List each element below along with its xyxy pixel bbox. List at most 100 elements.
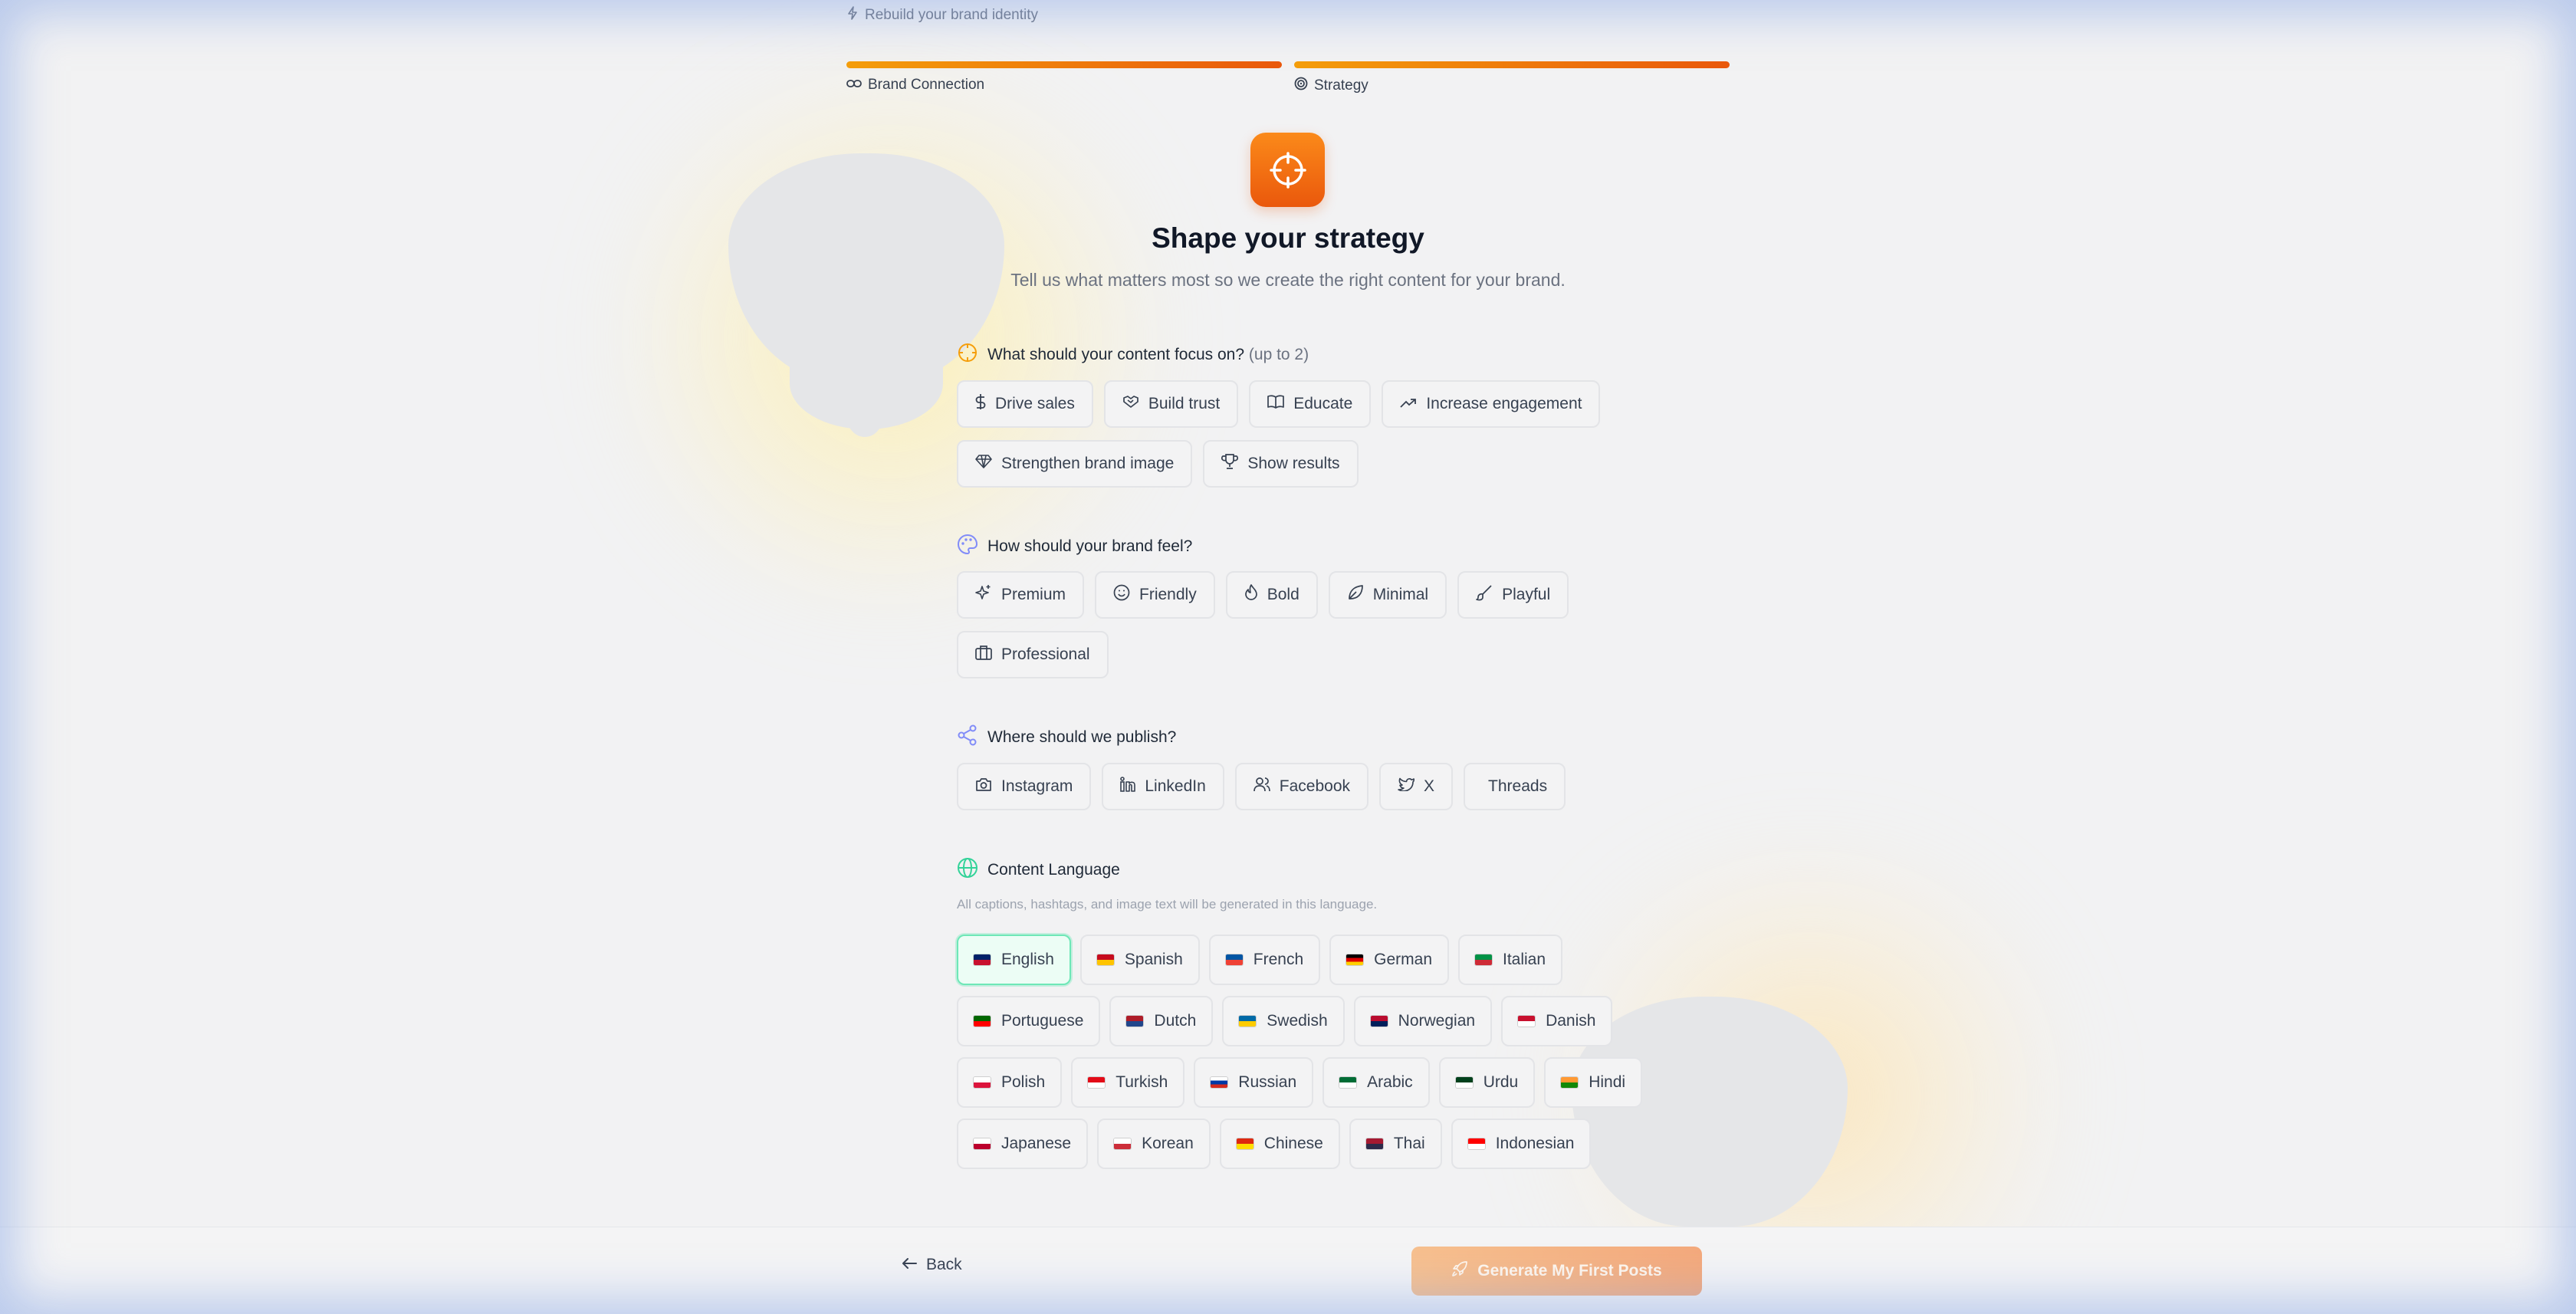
target-icon [1294, 77, 1308, 95]
option-label: Hindi [1589, 1073, 1626, 1091]
option-label: Show results [1247, 455, 1340, 472]
language-option-japanese[interactable]: Japanese [957, 1119, 1089, 1169]
language-option-german[interactable]: German [1329, 935, 1449, 985]
rebuild-brand-label: Rebuild your brand identity [865, 7, 1039, 23]
feel-options: Premium Friendly Bold Minimal Playful Pr… [957, 571, 1616, 678]
language-option-norwegian[interactable]: Norwegian [1353, 996, 1493, 1046]
option-label: Spanish [1124, 951, 1183, 968]
link-icon [846, 77, 862, 94]
flag-icon [1239, 1016, 1257, 1027]
option-label: Dutch [1154, 1012, 1197, 1030]
option-label: LinkedIn [1145, 777, 1206, 795]
camera-icon [975, 777, 992, 796]
language-section-title: Content Language [957, 857, 1120, 883]
focus-option-build-trust[interactable]: Build trust [1103, 380, 1239, 428]
feel-option-professional[interactable]: Professional [957, 631, 1109, 678]
option-label: Premium [1001, 586, 1066, 603]
publish-option-instagram[interactable]: Instagram [957, 763, 1092, 810]
flag-icon [1561, 1077, 1579, 1088]
publish-option-linkedin[interactable]: LinkedIn [1102, 763, 1224, 810]
focus-option-strengthen-brand-image[interactable]: Strengthen brand image [957, 440, 1193, 488]
flame-icon [1244, 584, 1258, 606]
feel-option-minimal[interactable]: Minimal [1328, 571, 1447, 619]
flag-icon [1114, 1138, 1132, 1149]
rocket-icon [1451, 1260, 1468, 1282]
language-option-swedish[interactable]: Swedish [1222, 996, 1345, 1046]
option-label: Instagram [1001, 777, 1073, 795]
language-option-turkish[interactable]: Turkish [1071, 1057, 1185, 1108]
option-label: Danish [1546, 1012, 1596, 1030]
step-brand-connection[interactable]: Brand Connection [846, 77, 984, 94]
generate-posts-button[interactable]: Generate My First Posts [1411, 1247, 1702, 1296]
language-option-hindi[interactable]: Hindi [1544, 1057, 1643, 1108]
focus-option-drive-sales[interactable]: Drive sales [957, 380, 1093, 428]
language-option-thai[interactable]: Thai [1349, 1119, 1442, 1169]
flag-icon [1096, 954, 1114, 965]
option-label: Turkish [1116, 1073, 1168, 1091]
flag-icon [1339, 1077, 1357, 1088]
language-option-chinese[interactable]: Chinese [1219, 1119, 1340, 1169]
language-option-korean[interactable]: Korean [1097, 1119, 1211, 1169]
focus-option-increase-engagement[interactable]: Increase engagement [1382, 380, 1601, 428]
flag-icon [1211, 1077, 1228, 1088]
focus-option-show-results[interactable]: Show results [1203, 440, 1359, 488]
flag-icon [1467, 1138, 1485, 1149]
feel-option-bold[interactable]: Bold [1225, 571, 1318, 619]
option-label: Indonesian [1495, 1135, 1575, 1152]
feel-option-friendly[interactable]: Friendly [1095, 571, 1215, 619]
crosshair-icon [1250, 133, 1325, 207]
feel-question: How should your brand feel? [987, 537, 1193, 555]
flag-icon [1126, 1016, 1144, 1027]
language-option-urdu[interactable]: Urdu [1438, 1057, 1536, 1108]
publish-options: Instagram LinkedIn Facebook X Threads [957, 763, 1616, 810]
publish-option-x[interactable]: X [1379, 763, 1454, 810]
language-title: Content Language [987, 861, 1120, 879]
flag-icon [1370, 1016, 1388, 1027]
language-option-portuguese[interactable]: Portuguese [957, 996, 1101, 1046]
globe-icon [957, 857, 978, 883]
publish-option-facebook[interactable]: Facebook [1234, 763, 1369, 810]
rebuild-brand-link[interactable]: Rebuild your brand identity [846, 6, 1038, 25]
trophy-icon [1221, 454, 1239, 474]
step-label: Brand Connection [868, 77, 985, 93]
smile-icon [1113, 584, 1130, 606]
focus-option-educate[interactable]: Educate [1249, 380, 1372, 428]
language-option-arabic[interactable]: Arabic [1322, 1057, 1430, 1108]
language-option-dutch[interactable]: Dutch [1109, 996, 1214, 1046]
language-option-indonesian[interactable]: Indonesian [1451, 1119, 1592, 1169]
diamond-icon [975, 455, 992, 473]
page-subtitle: Tell us what matters most so we create t… [1010, 270, 1566, 290]
language-option-russian[interactable]: Russian [1194, 1057, 1314, 1108]
language-option-spanish[interactable]: Spanish [1079, 935, 1200, 985]
publish-option-threads[interactable]: Threads [1464, 763, 1566, 810]
publish-question: Where should we publish? [987, 728, 1177, 746]
option-label: Arabic [1367, 1073, 1413, 1091]
linkedin-icon [1120, 777, 1136, 797]
option-label: Russian [1238, 1073, 1297, 1091]
language-option-danish[interactable]: Danish [1501, 996, 1613, 1046]
option-label: X [1424, 777, 1435, 795]
option-label: Facebook [1279, 777, 1351, 795]
arrow-left-icon [902, 1256, 917, 1274]
flag-icon [1365, 1138, 1383, 1149]
language-option-italian[interactable]: Italian [1458, 935, 1563, 985]
step-strategy[interactable]: Strategy [1294, 77, 1368, 95]
page-title: Shape your strategy [1152, 222, 1424, 254]
option-label: Professional [1001, 646, 1090, 663]
language-hint: All captions, hashtags, and image text w… [957, 897, 1378, 912]
step-label: Strategy [1314, 77, 1368, 94]
back-button[interactable]: Back [902, 1256, 962, 1274]
language-option-french[interactable]: French [1208, 935, 1321, 985]
feel-option-premium[interactable]: Premium [957, 571, 1085, 619]
language-option-polish[interactable]: Polish [957, 1057, 1063, 1108]
option-label: English [1001, 951, 1054, 968]
option-label: Urdu [1483, 1073, 1519, 1091]
language-option-english[interactable]: English [957, 935, 1071, 985]
brush-icon [1476, 584, 1493, 606]
flag-icon [1236, 1138, 1254, 1149]
flag-icon [1225, 954, 1243, 965]
bottom-action-bar [0, 1227, 2576, 1314]
flag-icon [974, 1138, 991, 1149]
feel-option-playful[interactable]: Playful [1457, 571, 1569, 619]
focus-question: What should your content focus on? [987, 346, 1245, 363]
